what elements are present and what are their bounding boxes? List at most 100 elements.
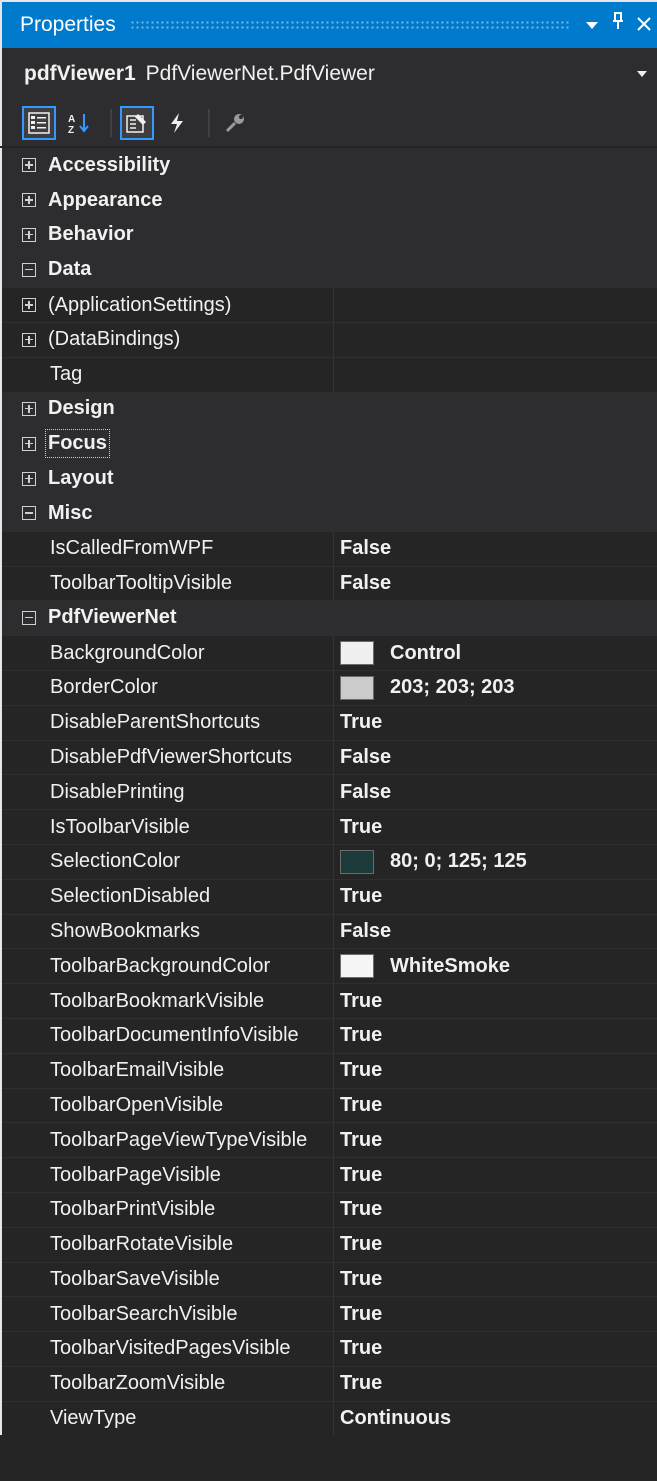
category-behavior[interactable]: Behavior [2,217,657,253]
property-name-cell[interactable]: SelectionColor [2,844,334,879]
property-name-cell[interactable]: BorderColor [2,670,334,705]
property-value-cell[interactable]: False [334,741,657,775]
property-name-cell[interactable]: (ApplicationSettings) [2,288,334,322]
property-row[interactable]: ToolbarBackgroundColor WhiteSmoke [2,948,657,984]
property-value-cell[interactable]: False [334,915,657,949]
property-name-cell[interactable]: ToolbarSaveVisible [2,1262,334,1297]
property-name-cell[interactable]: DisablePrinting [2,775,334,810]
property-row[interactable]: SelectionDisabled True [2,878,657,914]
property-name-cell[interactable]: ToolbarOpenVisible [2,1088,334,1123]
category-accessibility[interactable]: Accessibility [2,148,657,183]
property-row[interactable]: SelectionColor 80; 0; 125; 125 [2,843,657,879]
property-row[interactable]: ToolbarVisitedPagesVisible True [2,1331,657,1366]
property-row[interactable]: ToolbarPageViewTypeVisible True [2,1122,657,1158]
category-pdfviewernet[interactable]: PdfViewerNet [2,600,657,636]
property-value-cell[interactable]: False [334,532,657,566]
property-name-cell[interactable]: ToolbarZoomVisible [2,1366,334,1401]
property-row[interactable]: (ApplicationSettings) [2,287,657,322]
property-row[interactable]: IsToolbarVisible True [2,809,657,844]
property-row[interactable]: ToolbarTooltipVisible False [2,565,657,601]
property-row[interactable]: DisablePdfViewerShortcuts False [2,739,657,775]
close-icon[interactable] [631,1,657,49]
property-name-cell[interactable]: ToolbarRotateVisible [2,1227,334,1262]
property-value-cell[interactable] [334,358,657,392]
property-value-cell[interactable] [334,288,657,322]
property-row[interactable]: ToolbarPrintVisible True [2,1191,657,1227]
property-name-cell[interactable]: DisableParentShortcuts [2,705,334,740]
window-menu-dropdown-icon[interactable] [579,1,605,49]
property-row[interactable]: IsCalledFromWPF False [2,530,657,566]
property-name-cell[interactable]: IsToolbarVisible [2,810,334,844]
collapse-icon[interactable] [22,262,36,277]
property-row[interactable]: DisableParentShortcuts True [2,704,657,740]
property-value-cell[interactable] [334,323,657,357]
property-row[interactable]: ToolbarEmailVisible True [2,1052,657,1088]
property-value-cell[interactable]: True [334,1158,657,1192]
category-misc[interactable]: Misc [2,495,657,531]
property-value-cell[interactable]: True [334,1019,657,1053]
property-value-cell[interactable]: True [334,810,657,844]
property-value-cell[interactable]: True [334,1089,657,1123]
property-row[interactable]: ToolbarBookmarkVisible True [2,983,657,1018]
property-name-cell[interactable]: SelectionDisabled [2,879,334,914]
property-value-cell[interactable]: 80; 0; 125; 125 [334,845,657,879]
property-value-cell[interactable]: True [334,1332,657,1366]
property-name-cell[interactable]: IsCalledFromWPF [2,531,334,566]
property-name-cell[interactable]: DisablePdfViewerShortcuts [2,740,334,775]
expand-icon[interactable] [22,332,36,347]
property-value-cell[interactable]: WhiteSmoke [334,949,657,983]
property-name-cell[interactable]: ToolbarBookmarkVisible [2,984,334,1018]
property-value-cell[interactable]: True [334,1263,657,1297]
property-value-cell[interactable]: True [334,1228,657,1262]
expand-icon[interactable] [22,193,36,208]
category-data[interactable]: Data [2,252,657,288]
property-value-cell[interactable]: True [334,1193,657,1227]
expand-icon[interactable] [22,227,36,242]
collapse-icon[interactable] [22,506,36,521]
expand-icon[interactable] [22,436,36,451]
property-name-cell[interactable]: ToolbarSearchVisible [2,1297,334,1332]
property-row[interactable]: ShowBookmarks False [2,913,657,949]
expand-icon[interactable] [22,471,36,486]
property-value-cell[interactable]: False [334,775,657,809]
property-value-cell[interactable]: True [334,1297,657,1331]
property-row[interactable]: ToolbarRotateVisible True [2,1226,657,1262]
property-name-cell[interactable]: ToolbarPrintVisible [2,1192,334,1227]
property-name-cell[interactable]: Tag [2,357,334,392]
property-value-cell[interactable]: Control [334,636,657,670]
property-name-cell[interactable]: ToolbarBackgroundColor [2,949,334,984]
alphabetical-icon[interactable]: A Z [62,106,96,140]
property-row[interactable]: BackgroundColor Control [2,635,657,670]
property-value-cell[interactable]: Continuous [334,1402,657,1436]
property-row[interactable]: BorderColor 203; 203; 203 [2,669,657,705]
property-value-cell[interactable]: 203; 203; 203 [334,671,657,705]
property-name-cell[interactable]: ToolbarDocumentInfoVisible [2,1018,334,1053]
property-row[interactable]: Tag [2,356,657,392]
property-value-cell[interactable]: False [334,567,657,601]
chevron-down-icon[interactable] [637,67,657,81]
property-row[interactable]: ViewType Continuous [2,1400,657,1436]
category-appearance[interactable]: Appearance [2,182,657,218]
property-row[interactable]: ToolbarSearchVisible True [2,1296,657,1332]
category-focus[interactable]: Focus [2,426,657,462]
property-name-cell[interactable]: ToolbarPageVisible [2,1158,334,1192]
property-row[interactable]: ToolbarSaveVisible True [2,1261,657,1297]
events-icon[interactable] [160,106,194,140]
category-layout[interactable]: Layout [2,461,657,496]
property-value-cell[interactable]: True [334,1123,657,1157]
expand-icon[interactable] [22,298,36,313]
property-row[interactable]: ToolbarPageVisible True [2,1157,657,1192]
property-name-cell[interactable]: ShowBookmarks [2,914,334,949]
property-name-cell[interactable]: ToolbarPageViewTypeVisible [2,1123,334,1158]
property-row[interactable]: ToolbarZoomVisible True [2,1365,657,1401]
property-value-cell[interactable]: True [334,880,657,914]
property-pages-icon[interactable] [218,106,252,140]
property-row[interactable]: ToolbarDocumentInfoVisible True [2,1017,657,1053]
title-bar[interactable]: Properties [0,0,657,48]
property-value-cell[interactable]: True [334,984,657,1018]
property-name-cell[interactable]: ToolbarTooltipVisible [2,566,334,601]
property-name-cell[interactable]: ToolbarVisitedPagesVisible [2,1332,334,1366]
property-name-cell[interactable]: ViewType [2,1401,334,1436]
property-row[interactable]: (DataBindings) [2,321,657,357]
property-value-cell[interactable]: True [334,1367,657,1401]
